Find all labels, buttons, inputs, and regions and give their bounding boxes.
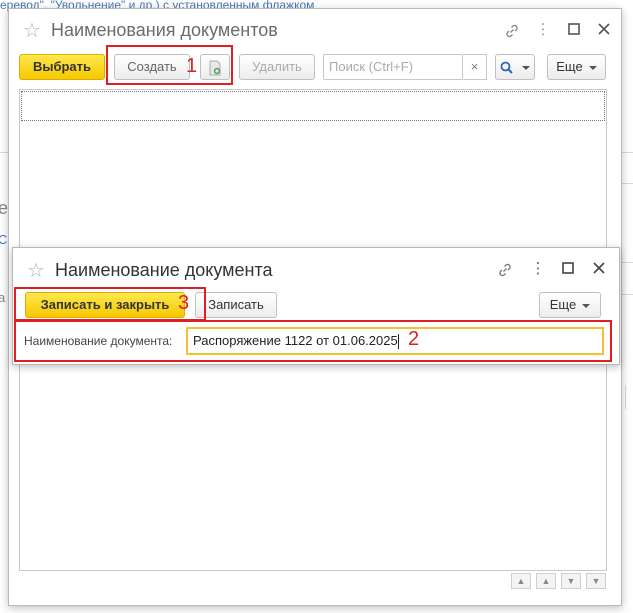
more-button-label: Еще [556,59,583,74]
star-icon[interactable]: ☆ [27,258,45,283]
select-button[interactable]: Выбрать [19,54,105,80]
search-input[interactable]: Поиск (Ctrl+F) [323,54,463,80]
list-window-title: Наименования документов [51,20,278,40]
chevron-down-icon [582,303,591,308]
scroll-first-button[interactable]: ▲ [511,573,531,589]
background-divider [625,385,626,409]
background-letter: е [0,198,9,218]
scroll-last-button[interactable]: ▼ [586,573,606,589]
search-clear-button[interactable]: × [463,54,487,80]
chevron-down-icon [588,65,597,70]
table-row[interactable] [21,91,605,121]
background-letter: С [0,232,8,247]
annotation-marker-1: 1 [186,55,198,77]
more-vertical-icon[interactable]: ⋮ [534,22,552,38]
more-button-label: Еще [549,297,577,312]
scroll-up-button[interactable]: ▲ [536,573,556,589]
close-icon[interactable] [595,23,613,39]
scroll-down-button[interactable]: ▼ [561,573,581,589]
link-icon[interactable] [496,262,514,282]
list-window-titlebar: ☆ Наименования документов ⋮ [9,9,621,49]
chevron-down-icon [522,65,531,70]
annotation-marker-2: 2 [408,328,420,350]
more-button[interactable]: Еще [539,292,601,318]
close-icon[interactable] [590,262,608,278]
maximize-icon[interactable] [559,262,577,278]
form-window-title: Наименование документа [55,260,273,280]
save-button[interactable]: Записать [195,292,277,318]
link-icon[interactable] [503,23,521,43]
maximize-icon[interactable] [565,23,583,39]
annotation-box-1 [106,45,233,85]
delete-button[interactable]: Удалить [239,54,315,80]
annotation-marker-3: 3 [178,292,190,314]
more-vertical-icon[interactable]: ⋮ [529,261,547,277]
background-letter: а [0,290,6,305]
search-button[interactable] [495,54,535,80]
annotation-box-2 [14,320,612,362]
more-button[interactable]: Еще [547,54,606,80]
search-icon [500,59,517,74]
star-icon[interactable]: ☆ [23,18,41,43]
